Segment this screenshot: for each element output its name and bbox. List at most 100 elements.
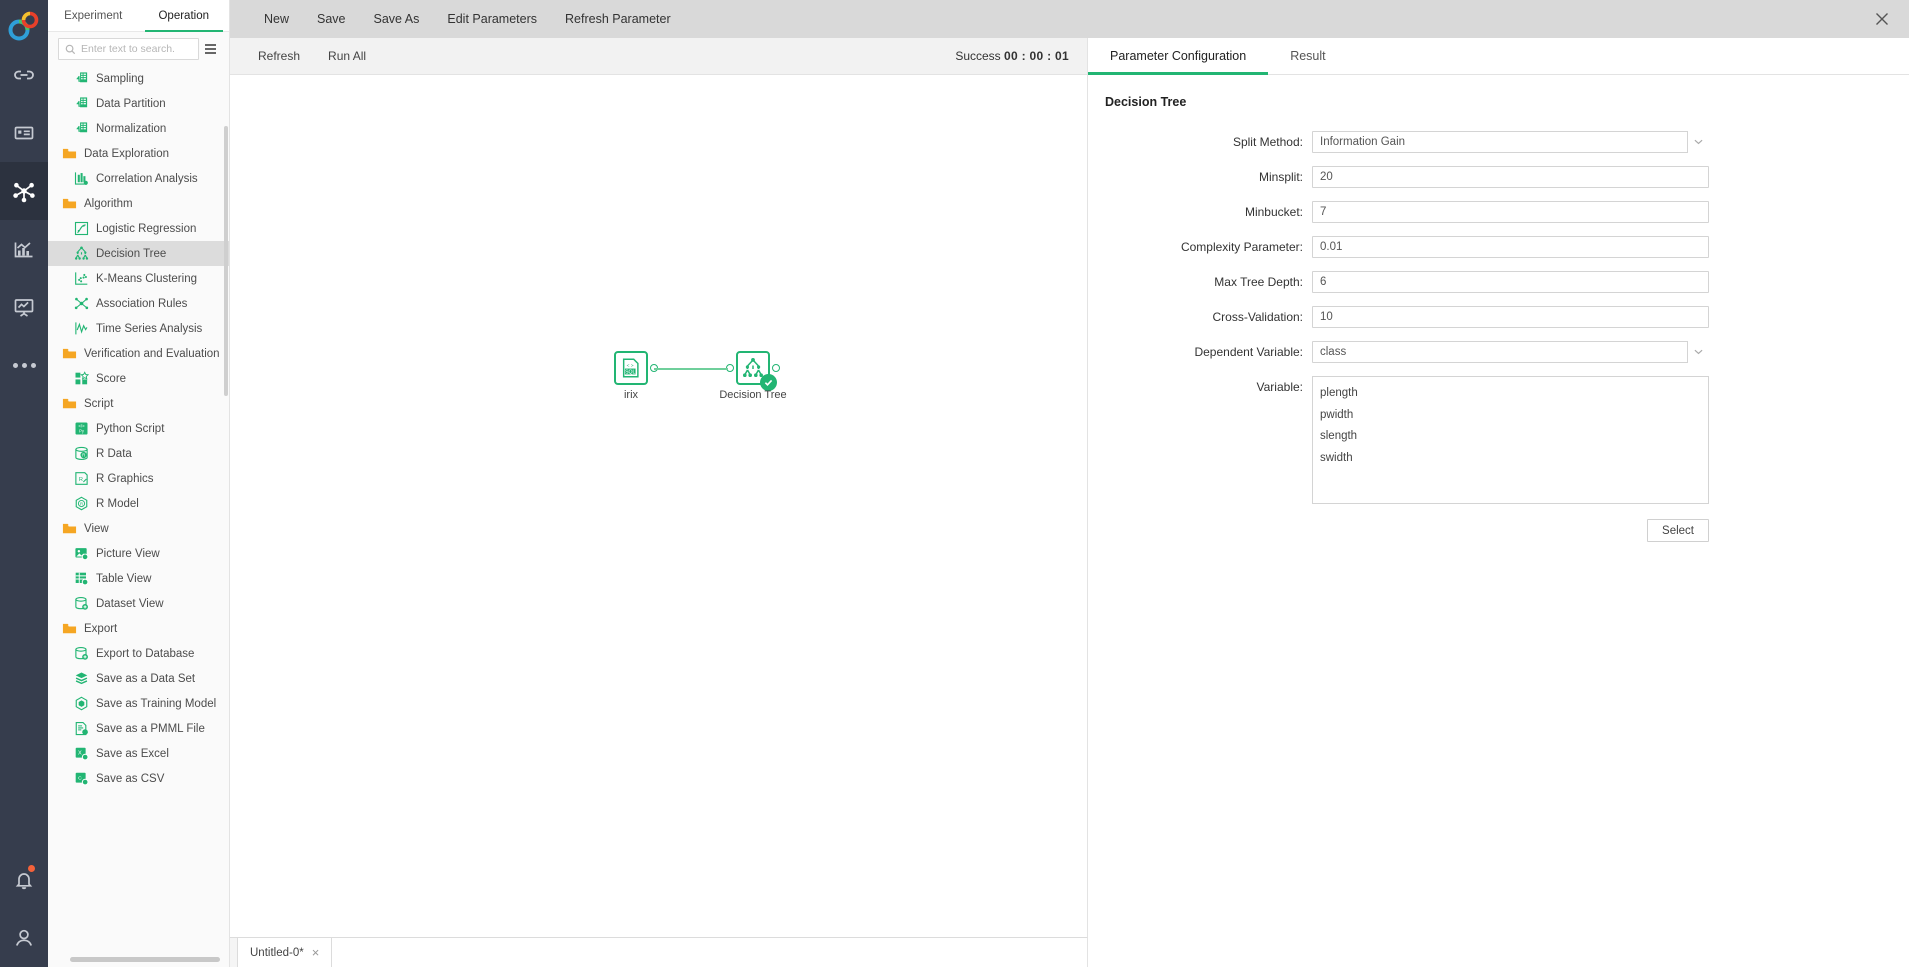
- sidebar-item-time-series-analysis[interactable]: Time Series Analysis: [48, 316, 229, 341]
- sidebar-item-export-to-database[interactable]: Export to Database: [48, 641, 229, 666]
- node-output-port[interactable]: [772, 364, 780, 372]
- dependent-variable-select[interactable]: class: [1312, 341, 1709, 363]
- right-panel: Parameter Configuration Result Decision …: [1088, 38, 1909, 967]
- link-icon[interactable]: [0, 46, 48, 104]
- variable-option[interactable]: swidth: [1320, 448, 1708, 470]
- sidebar-vertical-scrollbar[interactable]: [224, 126, 228, 396]
- sidebar-item-python-script[interactable]: </> Py Python Script: [48, 416, 229, 441]
- sidebar-item-sampling[interactable]: Sampling: [48, 66, 229, 91]
- canvas-node-irix[interactable]: < > SQL irix: [614, 351, 658, 401]
- sidebar-item-dataset-view[interactable]: Dataset View: [48, 591, 229, 616]
- sidebar-item-data-partition[interactable]: Data Partition: [48, 91, 229, 116]
- sidebar-item-label: Verification and Evaluation: [84, 347, 220, 360]
- sidebar-item-data-exploration[interactable]: Data Exploration: [48, 141, 229, 166]
- form-row-dependent-variable: Dependent Variable: class: [1088, 341, 1709, 363]
- filter-menu-icon[interactable]: [205, 40, 221, 58]
- sidebar-item-label: Time Series Analysis: [96, 322, 203, 335]
- svg-text:C: C: [78, 776, 82, 782]
- max-tree-depth-input[interactable]: 6: [1312, 271, 1709, 293]
- search-input[interactable]: Enter text to search.: [58, 38, 199, 60]
- dependent-variable-field: class: [1312, 341, 1709, 363]
- more-dots-icon[interactable]: [0, 336, 48, 394]
- sidebar-item-save-as-training-model[interactable]: Save as Training Model: [48, 691, 229, 716]
- menu-save[interactable]: Save: [303, 0, 360, 38]
- split-method-select[interactable]: Information Gain: [1312, 131, 1709, 153]
- node-box[interactable]: < > SQL: [614, 351, 658, 385]
- bar-chart-icon[interactable]: [0, 220, 48, 278]
- variable-option[interactable]: pwidth: [1320, 405, 1708, 427]
- export-database-icon: [74, 646, 89, 661]
- sidebar-item-association-rules[interactable]: Association Rules: [48, 291, 229, 316]
- sidebar-item-normalization[interactable]: Normalization: [48, 116, 229, 141]
- form-row-complexity-parameter: Complexity Parameter: 0.01: [1088, 236, 1709, 258]
- sidebar: Experiment Operation Enter text to searc…: [48, 0, 230, 967]
- sidebar-item-correlation-analysis[interactable]: Correlation Analysis: [48, 166, 229, 191]
- run-all-button[interactable]: Run All: [314, 38, 380, 75]
- user-avatar-icon[interactable]: [0, 909, 48, 967]
- sidebar-item-label: Export to Database: [96, 647, 195, 660]
- filter-line: [205, 48, 216, 50]
- sidebar-item-algorithm[interactable]: Algorithm: [48, 191, 229, 216]
- sidebar-item-table-view[interactable]: Table View: [48, 566, 229, 591]
- doc-tab-untitled[interactable]: Untitled-0* ×: [238, 938, 333, 967]
- notification-bell-icon[interactable]: [0, 851, 48, 909]
- svg-text:< >: < >: [627, 363, 634, 369]
- tab-result[interactable]: Result: [1268, 38, 1347, 74]
- minbucket-label: Minbucket:: [1244, 205, 1303, 219]
- sidebar-item-decision-tree[interactable]: Decision Tree: [48, 241, 229, 266]
- variable-listbox[interactable]: plength pwidth slength swidth: [1312, 376, 1709, 504]
- cross-validation-input[interactable]: 10: [1312, 306, 1709, 328]
- presentation-chart-icon[interactable]: [0, 278, 48, 336]
- svg-text:X: X: [78, 751, 82, 757]
- node-box[interactable]: [726, 351, 780, 391]
- canvas-node-decision-tree[interactable]: Decision Tree: [719, 351, 787, 401]
- variable-field: plength pwidth slength swidth: [1312, 376, 1709, 504]
- chevron-down-icon[interactable]: [1687, 341, 1709, 363]
- sidebar-item-label: Script: [84, 397, 114, 410]
- sidebar-horizontal-scrollbar[interactable]: [70, 957, 220, 962]
- save-model-icon: [74, 696, 89, 711]
- sidebar-item-logistic-regression[interactable]: Logistic Regression: [48, 216, 229, 241]
- variable-option[interactable]: slength: [1320, 426, 1708, 448]
- sidebar-item-verification-and-evaluation[interactable]: Verification and Evaluation: [48, 341, 229, 366]
- complexity-parameter-input[interactable]: 0.01: [1312, 236, 1709, 258]
- sidebar-item-save-as-csv[interactable]: C Save as CSV: [48, 766, 229, 791]
- sidebar-item-save-as-excel[interactable]: X Save as Excel: [48, 741, 229, 766]
- menu-refresh-parameter[interactable]: Refresh Parameter: [551, 0, 685, 38]
- minsplit-input[interactable]: 20: [1312, 166, 1709, 188]
- refresh-button[interactable]: Refresh: [244, 38, 314, 75]
- select-button[interactable]: Select: [1647, 519, 1709, 542]
- node-graph-icon[interactable]: [0, 162, 48, 220]
- list-card-icon[interactable]: [0, 104, 48, 162]
- svg-text:SQL: SQL: [625, 369, 635, 375]
- sidebar-item-label: Python Script: [96, 422, 165, 435]
- sidebar-item-r-data[interactable]: R R Data: [48, 441, 229, 466]
- table-view-icon: [74, 571, 89, 586]
- menu-new[interactable]: New: [250, 0, 303, 38]
- sidebar-item-r-graphics[interactable]: R R Graphics: [48, 466, 229, 491]
- variable-option[interactable]: plength: [1320, 383, 1708, 405]
- minbucket-input[interactable]: 7: [1312, 201, 1709, 223]
- menu-edit-parameters[interactable]: Edit Parameters: [433, 0, 551, 38]
- sidebar-item-save-as-a-data-set[interactable]: Save as a Data Set: [48, 666, 229, 691]
- sidebar-item-list[interactable]: Sampling Data Partition Normalization Data …: [48, 66, 229, 967]
- sidebar-item-export[interactable]: Export: [48, 616, 229, 641]
- svg-text:R: R: [82, 453, 85, 458]
- experiment-canvas[interactable]: < > SQL irix Decision Tree: [230, 75, 1088, 937]
- sidebar-item-r-model[interactable]: R R Model: [48, 491, 229, 516]
- close-icon[interactable]: [1871, 8, 1893, 30]
- sidebar-item-k-means-clustering[interactable]: K-Means Clustering: [48, 266, 229, 291]
- sidebar-item-view[interactable]: View: [48, 516, 229, 541]
- sidebar-item-save-as-a-pmml-file[interactable]: Save as a PMML File: [48, 716, 229, 741]
- tab-operation[interactable]: Operation: [139, 0, 230, 32]
- tab-parameter-configuration[interactable]: Parameter Configuration: [1088, 38, 1269, 75]
- cross-validation-label: Cross-Validation:: [1212, 310, 1303, 324]
- sidebar-item-picture-view[interactable]: Picture View: [48, 541, 229, 566]
- canvas-edge[interactable]: [654, 368, 728, 370]
- menu-save-as[interactable]: Save As: [360, 0, 434, 38]
- chevron-down-icon[interactable]: [1687, 131, 1709, 153]
- tab-experiment[interactable]: Experiment: [48, 0, 139, 32]
- sidebar-item-score[interactable]: Score: [48, 366, 229, 391]
- sidebar-item-script[interactable]: Script: [48, 391, 229, 416]
- doc-tab-close-icon[interactable]: ×: [312, 946, 320, 959]
